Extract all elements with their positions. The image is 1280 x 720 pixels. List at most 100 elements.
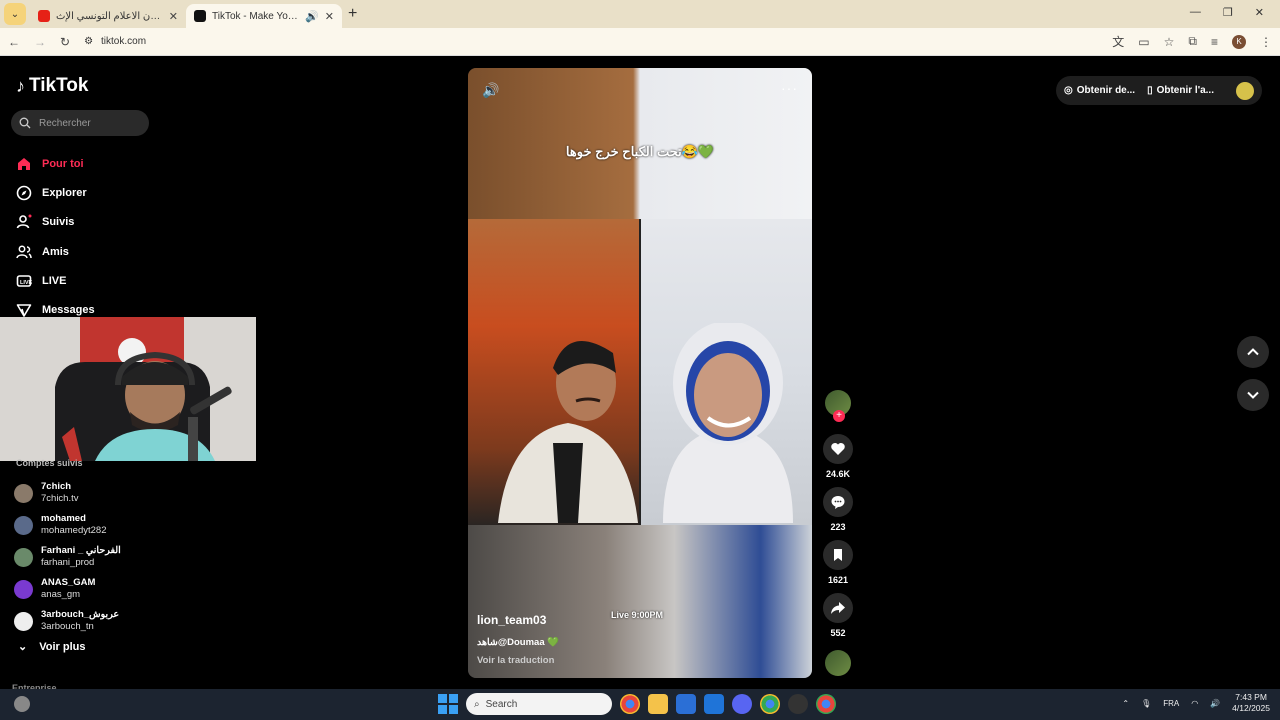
search-box[interactable]: [11, 110, 149, 136]
address-bar: ← → ↻ ⚙ tiktok.com 文 ▭ ☆ ⧉ ≡ K ⋮: [0, 28, 1280, 56]
compass-icon: [16, 185, 32, 201]
tiktok-note-icon: ♪: [16, 75, 25, 96]
tray-chevron-up-icon[interactable]: ⌃: [1122, 699, 1129, 708]
followed-account[interactable]: ANAS_GAM anas_gm: [14, 573, 121, 605]
followed-account[interactable]: 7chich 7chich.tv: [14, 477, 121, 509]
account-handle: mohamedyt282: [41, 525, 107, 536]
translate-icon[interactable]: 文: [1112, 33, 1124, 50]
get-coins-button[interactable]: ◎ Obtenir de...: [1064, 85, 1135, 96]
url-field[interactable]: ⚙ tiktok.com: [84, 36, 1098, 47]
account-name: Farhani _ الفرحاني: [41, 545, 121, 556]
discord-icon[interactable]: [732, 694, 752, 714]
get-app-label: Obtenir l'a...: [1156, 85, 1214, 96]
new-tab-button[interactable]: +: [348, 5, 357, 23]
phone-icon: ▯: [1147, 85, 1153, 96]
file-explorer-icon[interactable]: [648, 694, 668, 714]
taskbar-search[interactable]: ⌕ Search: [466, 693, 612, 715]
followed-account[interactable]: 3arbouch_عربوش 3arbouch_tn: [14, 605, 121, 637]
nav-label: LIVE: [42, 274, 67, 287]
speaker-icon[interactable]: 🔊: [305, 10, 319, 23]
wifi-icon[interactable]: ◠: [1191, 699, 1198, 708]
video-author[interactable]: lion_team03: [477, 613, 546, 627]
tiktok-favicon-icon: [194, 10, 206, 22]
share-icon: [831, 602, 845, 614]
minimize-icon[interactable]: —: [1190, 6, 1201, 19]
media-icon[interactable]: ≡: [1211, 35, 1218, 49]
windows-start-icon[interactable]: [438, 694, 458, 714]
chrome-profile-icon[interactable]: [816, 694, 836, 714]
live-icon: LIVE: [16, 273, 32, 289]
close-tab-icon[interactable]: ✕: [325, 10, 334, 23]
weather-icon[interactable]: [14, 696, 30, 712]
creator-avatar[interactable]: +: [825, 390, 851, 422]
browser-tab-youtube[interactable]: الهدار و جنون الاعلام التونسي الإث... ✕: [30, 4, 186, 28]
nav-item-following[interactable]: Suivis: [16, 208, 95, 237]
music-disc-avatar[interactable]: [825, 650, 851, 676]
store-icon[interactable]: [676, 694, 696, 714]
previous-video-button[interactable]: [1237, 336, 1269, 368]
account-name: mohamed: [41, 513, 86, 524]
bookmark-star-icon[interactable]: ☆: [1164, 35, 1175, 49]
forward-icon[interactable]: →: [34, 35, 46, 49]
microphone-icon[interactable]: 🎙: [1141, 699, 1151, 708]
chrome-active-icon[interactable]: [760, 694, 780, 714]
extensions-icon[interactable]: ⧉: [1188, 34, 1197, 49]
site-info-icon[interactable]: ⚙: [84, 36, 93, 47]
close-tab-icon[interactable]: ✕: [169, 10, 178, 23]
next-video-button[interactable]: [1237, 379, 1269, 411]
menu-dots-icon[interactable]: ⋮: [1260, 35, 1272, 49]
description-text[interactable]: شاهد@Doumaa: [477, 637, 545, 648]
save-count: 1621: [827, 575, 849, 585]
account-handle: 3arbouch_tn: [41, 621, 94, 632]
home-icon: [16, 156, 32, 172]
volume-icon[interactable]: 🔊: [482, 82, 499, 99]
url-text: tiktok.com: [101, 36, 147, 47]
search-input[interactable]: [39, 117, 139, 129]
comment-button[interactable]: [823, 487, 853, 517]
video-description: شاهد@Doumaa 💚: [477, 637, 559, 648]
video-caption-overlay: تحت الكباح خرج خوها😂💚: [565, 144, 715, 159]
nav-item-for-you[interactable]: Pour toi: [16, 149, 95, 178]
see-translation-link[interactable]: Voir la traduction: [477, 655, 554, 666]
follow-plus-icon[interactable]: +: [833, 410, 845, 422]
nav-item-friends[interactable]: Amis: [16, 237, 95, 266]
nav-label: Pour toi: [42, 157, 84, 170]
tiktok-logo[interactable]: ♪ TikTok: [16, 75, 88, 97]
volume-icon[interactable]: 🔊: [1210, 699, 1220, 708]
mail-icon[interactable]: [704, 694, 724, 714]
language-indicator[interactable]: FRA: [1163, 699, 1179, 708]
like-button[interactable]: [823, 434, 853, 464]
cast-icon[interactable]: ▭: [1138, 35, 1149, 49]
tab-search-button[interactable]: ⌄: [4, 3, 26, 25]
nav-item-live[interactable]: LIVE LIVE: [16, 266, 95, 295]
get-app-button[interactable]: ▯ Obtenir l'a...: [1147, 85, 1214, 96]
clock-date: 4/12/2025: [1232, 703, 1270, 713]
account-handle: anas_gm: [41, 589, 81, 600]
see-more-label: Voir plus: [39, 640, 86, 653]
obs-icon[interactable]: [788, 694, 808, 714]
get-coins-label: Obtenir de...: [1076, 85, 1136, 96]
profile-avatar[interactable]: K: [1232, 34, 1246, 49]
nav-item-explore[interactable]: Explorer: [16, 178, 95, 207]
logo-text: TikTok: [29, 75, 89, 96]
video-player[interactable]: 🔊 ··· تحت الكباح خرج خوها😂💚 Live 9:00PM …: [468, 68, 812, 678]
maximize-icon[interactable]: ❐: [1223, 6, 1233, 19]
more-options-icon[interactable]: ···: [781, 80, 798, 96]
save-button[interactable]: [823, 540, 853, 570]
tiktok-page: ♪ TikTok Pour toi Explorer Suivis Amis L…: [0, 57, 1280, 693]
back-icon[interactable]: ←: [8, 35, 20, 49]
share-button[interactable]: [823, 593, 853, 623]
browser-tab-tiktok[interactable]: TikTok - Make Your Day 🔊 ✕: [186, 4, 342, 28]
avatar: [14, 579, 33, 599]
close-window-icon[interactable]: ✕: [1255, 6, 1264, 19]
window-controls: — ❐ ✕: [1174, 0, 1280, 25]
reload-icon[interactable]: ↻: [60, 35, 70, 49]
streamer-image: [0, 317, 256, 461]
chrome-icon[interactable]: [620, 694, 640, 714]
followed-account[interactable]: mohamed mohamedyt282: [14, 509, 121, 541]
clock[interactable]: 7:43 PM 4/12/2025: [1232, 692, 1270, 714]
system-tray: ⌃ 🎙 FRA ◠ 🔊 7:43 PM 4/12/2025: [1122, 692, 1270, 714]
see-more-button[interactable]: ⌄ Voir plus: [18, 640, 86, 654]
followed-account[interactable]: Farhani _ الفرحاني farhani_prod: [14, 541, 121, 573]
user-avatar[interactable]: [1236, 81, 1254, 100]
